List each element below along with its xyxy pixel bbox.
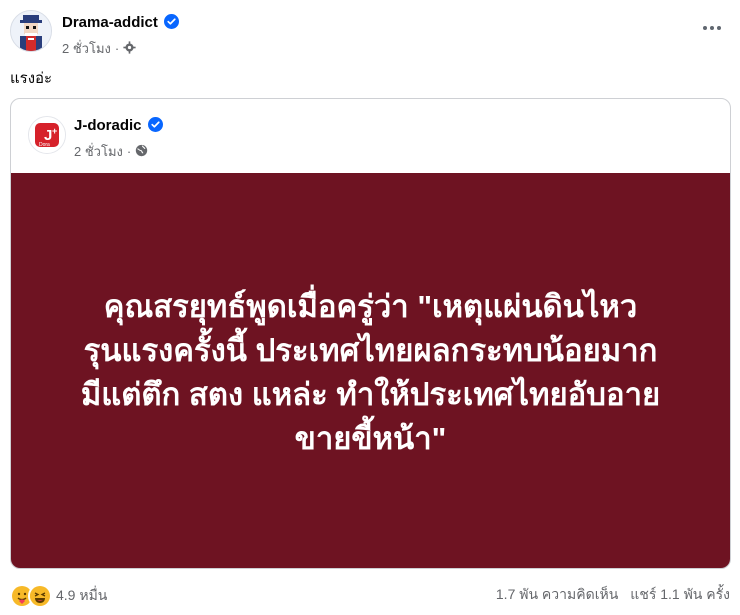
shared-author-name-row: J-doradic [74, 117, 163, 136]
post-footer: 4.9 หมื่น 1.7 พัน ความคิดเห็น แชร์ 1.1 พ… [10, 584, 730, 612]
share-count[interactable]: แชร์ 1.1 พัน ครั้ง [630, 584, 730, 606]
shared-author-name[interactable]: J-doradic [74, 117, 142, 134]
post-time[interactable]: 2 ชั่วโมง [62, 38, 111, 59]
reaction-haha-icon [28, 584, 52, 608]
settings-gear-icon[interactable] [123, 40, 136, 57]
verified-badge-icon [147, 117, 163, 136]
engagement-stats: 1.7 พัน ความคิดเห็น แชร์ 1.1 พัน ครั้ง [496, 584, 730, 606]
quote-text: คุณสรยุทธ์พูดเมื่อครู่ว่า "เหตุแผ่นดินไห… [80, 288, 661, 456]
post-meta: 2 ชั่วโมง · [62, 38, 136, 59]
shared-post-card[interactable]: J Dora + J-doradic 2 ชั่วโมง · คุณสรยุทธ… [10, 98, 731, 569]
author-name[interactable]: Drama-addict [62, 14, 158, 31]
quote-image[interactable]: คุณสรยุทธ์พูดเมื่อครู่ว่า "เหตุแผ่นดินไห… [11, 173, 730, 568]
public-globe-icon [135, 144, 148, 160]
post-text: แรงอ่ะ [10, 70, 53, 87]
reactions-summary[interactable]: 4.9 หมื่น [10, 584, 107, 608]
shared-post-time[interactable]: 2 ชั่วโมง [74, 141, 123, 162]
post-header: Drama-addict 2 ชั่วโมง · [10, 8, 730, 58]
logo-subtext: Dora [39, 142, 50, 148]
author-avatar[interactable] [10, 10, 52, 52]
meta-separator: · [126, 144, 132, 159]
avatar-image [11, 11, 51, 51]
svg-text:+: + [52, 126, 57, 136]
shared-post-meta: 2 ชั่วโมง · [74, 141, 148, 162]
verified-badge-icon [163, 14, 179, 33]
comment-count[interactable]: 1.7 พัน ความคิดเห็น [496, 584, 618, 606]
shared-author-logo[interactable]: J Dora + [28, 116, 66, 154]
author-name-row: Drama-addict [62, 14, 179, 33]
meta-separator: · [114, 41, 120, 56]
more-options-icon[interactable] [698, 18, 726, 38]
reaction-count[interactable]: 4.9 หมื่น [56, 585, 107, 607]
